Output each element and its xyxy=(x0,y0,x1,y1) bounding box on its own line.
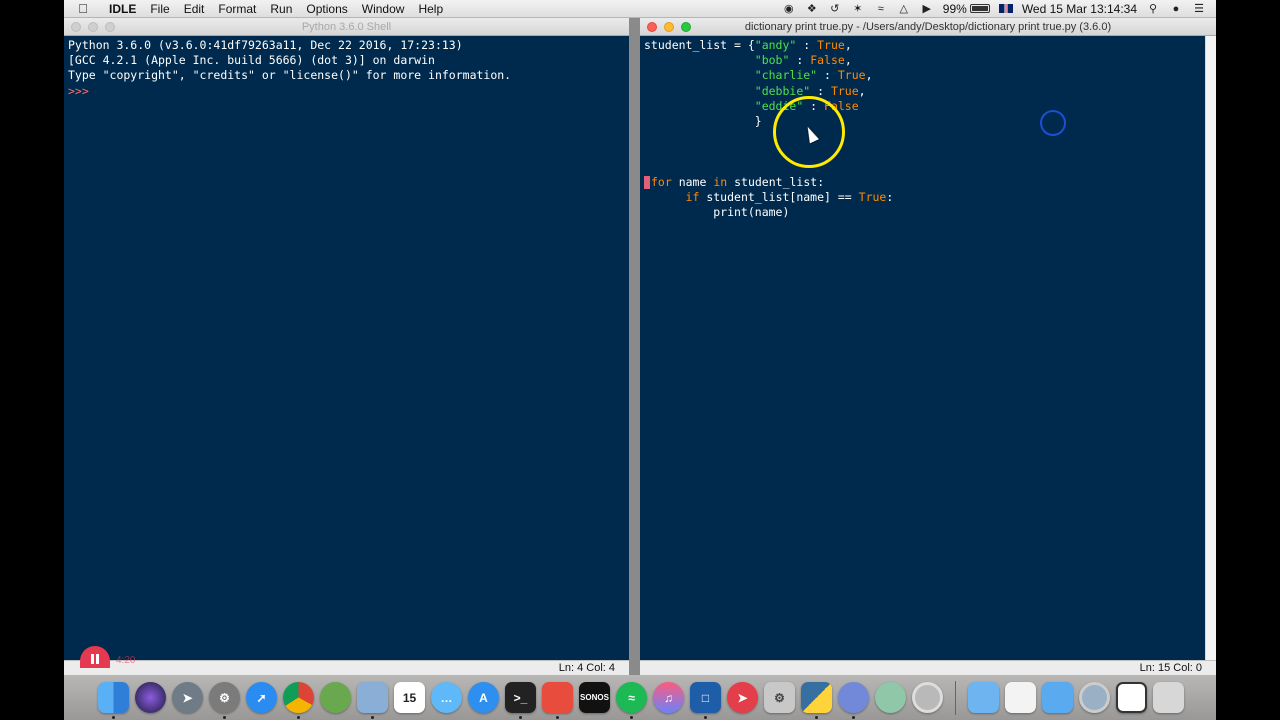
chrome-icon[interactable] xyxy=(283,682,314,719)
record-status-icon[interactable]: ◉ xyxy=(782,3,796,15)
battery-icon xyxy=(969,4,990,13)
screens-icon[interactable]: □ xyxy=(690,682,721,719)
shell-line: Python 3.6.0 (v3.6.0:41df79263a11, Dec 2… xyxy=(68,38,463,52)
code-line: student_list = {"andy" : True, xyxy=(644,38,852,52)
menu-run[interactable]: Run xyxy=(263,0,299,18)
dvd-icon[interactable] xyxy=(1079,682,1110,713)
text-cursor xyxy=(644,175,650,189)
dock-separator xyxy=(955,680,956,715)
close-button[interactable] xyxy=(71,22,81,32)
shell-titlebar[interactable]: Python 3.6.0 Shell xyxy=(64,18,629,36)
spotlight-search-icon[interactable]: ⚲ xyxy=(1146,3,1160,15)
trash-icon[interactable] xyxy=(1153,682,1184,713)
battery-indicator[interactable]: 99% xyxy=(943,2,990,16)
letterbox-right xyxy=(1216,0,1280,720)
siri-icon[interactable] xyxy=(135,682,166,713)
messages-icon[interactable]: … xyxy=(431,682,462,713)
minimize-button[interactable] xyxy=(88,22,98,32)
alien-icon[interactable] xyxy=(875,682,906,713)
minimize-button[interactable] xyxy=(664,22,674,32)
code-line: "debbie" : True, xyxy=(754,83,866,98)
discord-icon[interactable] xyxy=(838,682,869,719)
editor-titlebar[interactable]: dictionary print true.py - /Users/andy/D… xyxy=(640,18,1216,36)
menu-window[interactable]: Window xyxy=(355,0,412,18)
battery-percent: 99% xyxy=(942,1,967,16)
notification-center-icon[interactable]: ☰ xyxy=(1192,3,1206,15)
calendar-icon[interactable]: 15 xyxy=(394,682,425,713)
screen-recorder-icon[interactable] xyxy=(542,682,573,719)
code-line: print(name) xyxy=(644,205,790,220)
editor-cursor-position: Ln: 15 Col: 0 xyxy=(1139,662,1202,674)
airplay-icon[interactable]: △ xyxy=(897,3,911,15)
status-menus: ◉ ❖ ↺ ✶ ≈ △ ▶ 99% Wed 15 Mar 13:14:34 ⚲ … xyxy=(782,2,1216,16)
shell-title: Python 3.6.0 Shell xyxy=(301,21,392,33)
editor-title: dictionary print true.py - /Users/andy/D… xyxy=(744,21,1112,33)
shell-cursor-position: Ln: 4 Col: 4 xyxy=(558,662,615,674)
siri-icon[interactable]: ● xyxy=(1169,3,1183,15)
dropbox-icon[interactable]: ❖ xyxy=(805,3,819,15)
automator-icon[interactable] xyxy=(320,682,351,713)
recording-time: 4:20 xyxy=(116,655,136,666)
shell-line: [GCC 4.2.1 (Apple Inc. build 5666) (dot … xyxy=(68,53,435,68)
screenshot-icon[interactable] xyxy=(1116,682,1147,713)
shell-text-area[interactable]: Python 3.6.0 (v3.6.0:41df79263a11, Dec 2… xyxy=(68,38,511,99)
airmail-icon[interactable]: ➤ xyxy=(727,682,758,713)
menu-bar:  IDLE File Edit Format Run Options Wind… xyxy=(64,0,1216,18)
window-gap xyxy=(629,18,640,675)
letterbox-left xyxy=(0,0,64,720)
editor-text-area[interactable]: student_list = {"andy" : True, "bob" : F… xyxy=(644,38,893,220)
code-line: } xyxy=(644,114,762,129)
time-machine-icon[interactable]: ↺ xyxy=(828,3,842,15)
zoom-button[interactable] xyxy=(681,22,691,32)
preview-icon[interactable] xyxy=(357,682,388,719)
shell-statusbar: Ln: 4 Col: 4 xyxy=(64,660,629,675)
apple-menu-icon[interactable]:  xyxy=(64,1,102,16)
disk-utility-icon[interactable] xyxy=(912,682,943,713)
sonos-icon[interactable]: SONOS xyxy=(579,682,610,713)
terminal-icon[interactable]: >_ xyxy=(505,682,536,719)
finder-icon[interactable] xyxy=(98,682,129,719)
code-line: "charlie" : True, xyxy=(754,68,873,83)
shell-window: Python 3.6.0 Shell Python 3.6.0 (v3.6.0:… xyxy=(64,18,629,675)
code-line: "bob" : False, xyxy=(754,53,852,68)
document-icon[interactable] xyxy=(1005,682,1036,713)
editor-statusbar: Ln: 15 Col: 0 xyxy=(640,660,1216,675)
recording-pause-icon[interactable] xyxy=(80,646,110,668)
wifi-icon[interactable]: ≈ xyxy=(874,3,888,15)
python-launcher-icon[interactable] xyxy=(801,682,832,719)
folder-icon[interactable] xyxy=(968,682,999,713)
menu-options[interactable]: Options xyxy=(299,0,354,18)
app-menu[interactable]: IDLE xyxy=(102,0,143,18)
zoom-button[interactable] xyxy=(105,22,115,32)
close-button[interactable] xyxy=(647,22,657,32)
code-line: "eddie" : False xyxy=(754,98,859,113)
applications-folder-icon[interactable] xyxy=(1042,682,1073,713)
menu-format[interactable]: Format xyxy=(211,0,263,18)
app-store-icon[interactable]: A xyxy=(468,682,499,713)
editor-window: dictionary print true.py - /Users/andy/D… xyxy=(640,18,1216,675)
dock: ➤ ⚙ ➚ 15 … A >_ SONOS ≈ ♫ □ ➤ ⚙ xyxy=(64,675,1216,720)
editor-scrollbar[interactable] xyxy=(1205,36,1216,660)
menu-file[interactable]: File xyxy=(143,0,176,18)
itunes-icon[interactable]: ♫ xyxy=(653,682,684,713)
input-source-flag-icon[interactable] xyxy=(998,4,1013,13)
launchpad-icon[interactable]: ➤ xyxy=(172,682,203,713)
menu-help[interactable]: Help xyxy=(411,0,450,18)
spotify-icon[interactable]: ≈ xyxy=(616,682,647,719)
settings-icon[interactable]: ⚙ xyxy=(764,682,795,713)
clock[interactable]: Wed 15 Mar 13:14:34 xyxy=(1022,2,1137,16)
system-preferences-icon[interactable]: ⚙ xyxy=(209,682,240,719)
safari-icon[interactable]: ➚ xyxy=(246,682,277,713)
bluetooth-icon[interactable]: ✶ xyxy=(851,3,865,15)
volume-icon[interactable]: ▶ xyxy=(920,3,934,15)
code-line: for name in student_list: xyxy=(644,175,893,190)
code-line: if student_list[name] == True: xyxy=(685,190,894,205)
click-indicator-ring xyxy=(1040,110,1066,136)
shell-prompt: >>> xyxy=(68,83,89,98)
menu-edit[interactable]: Edit xyxy=(177,0,212,18)
shell-line: Type "copyright", "credits" or "license(… xyxy=(68,68,512,83)
